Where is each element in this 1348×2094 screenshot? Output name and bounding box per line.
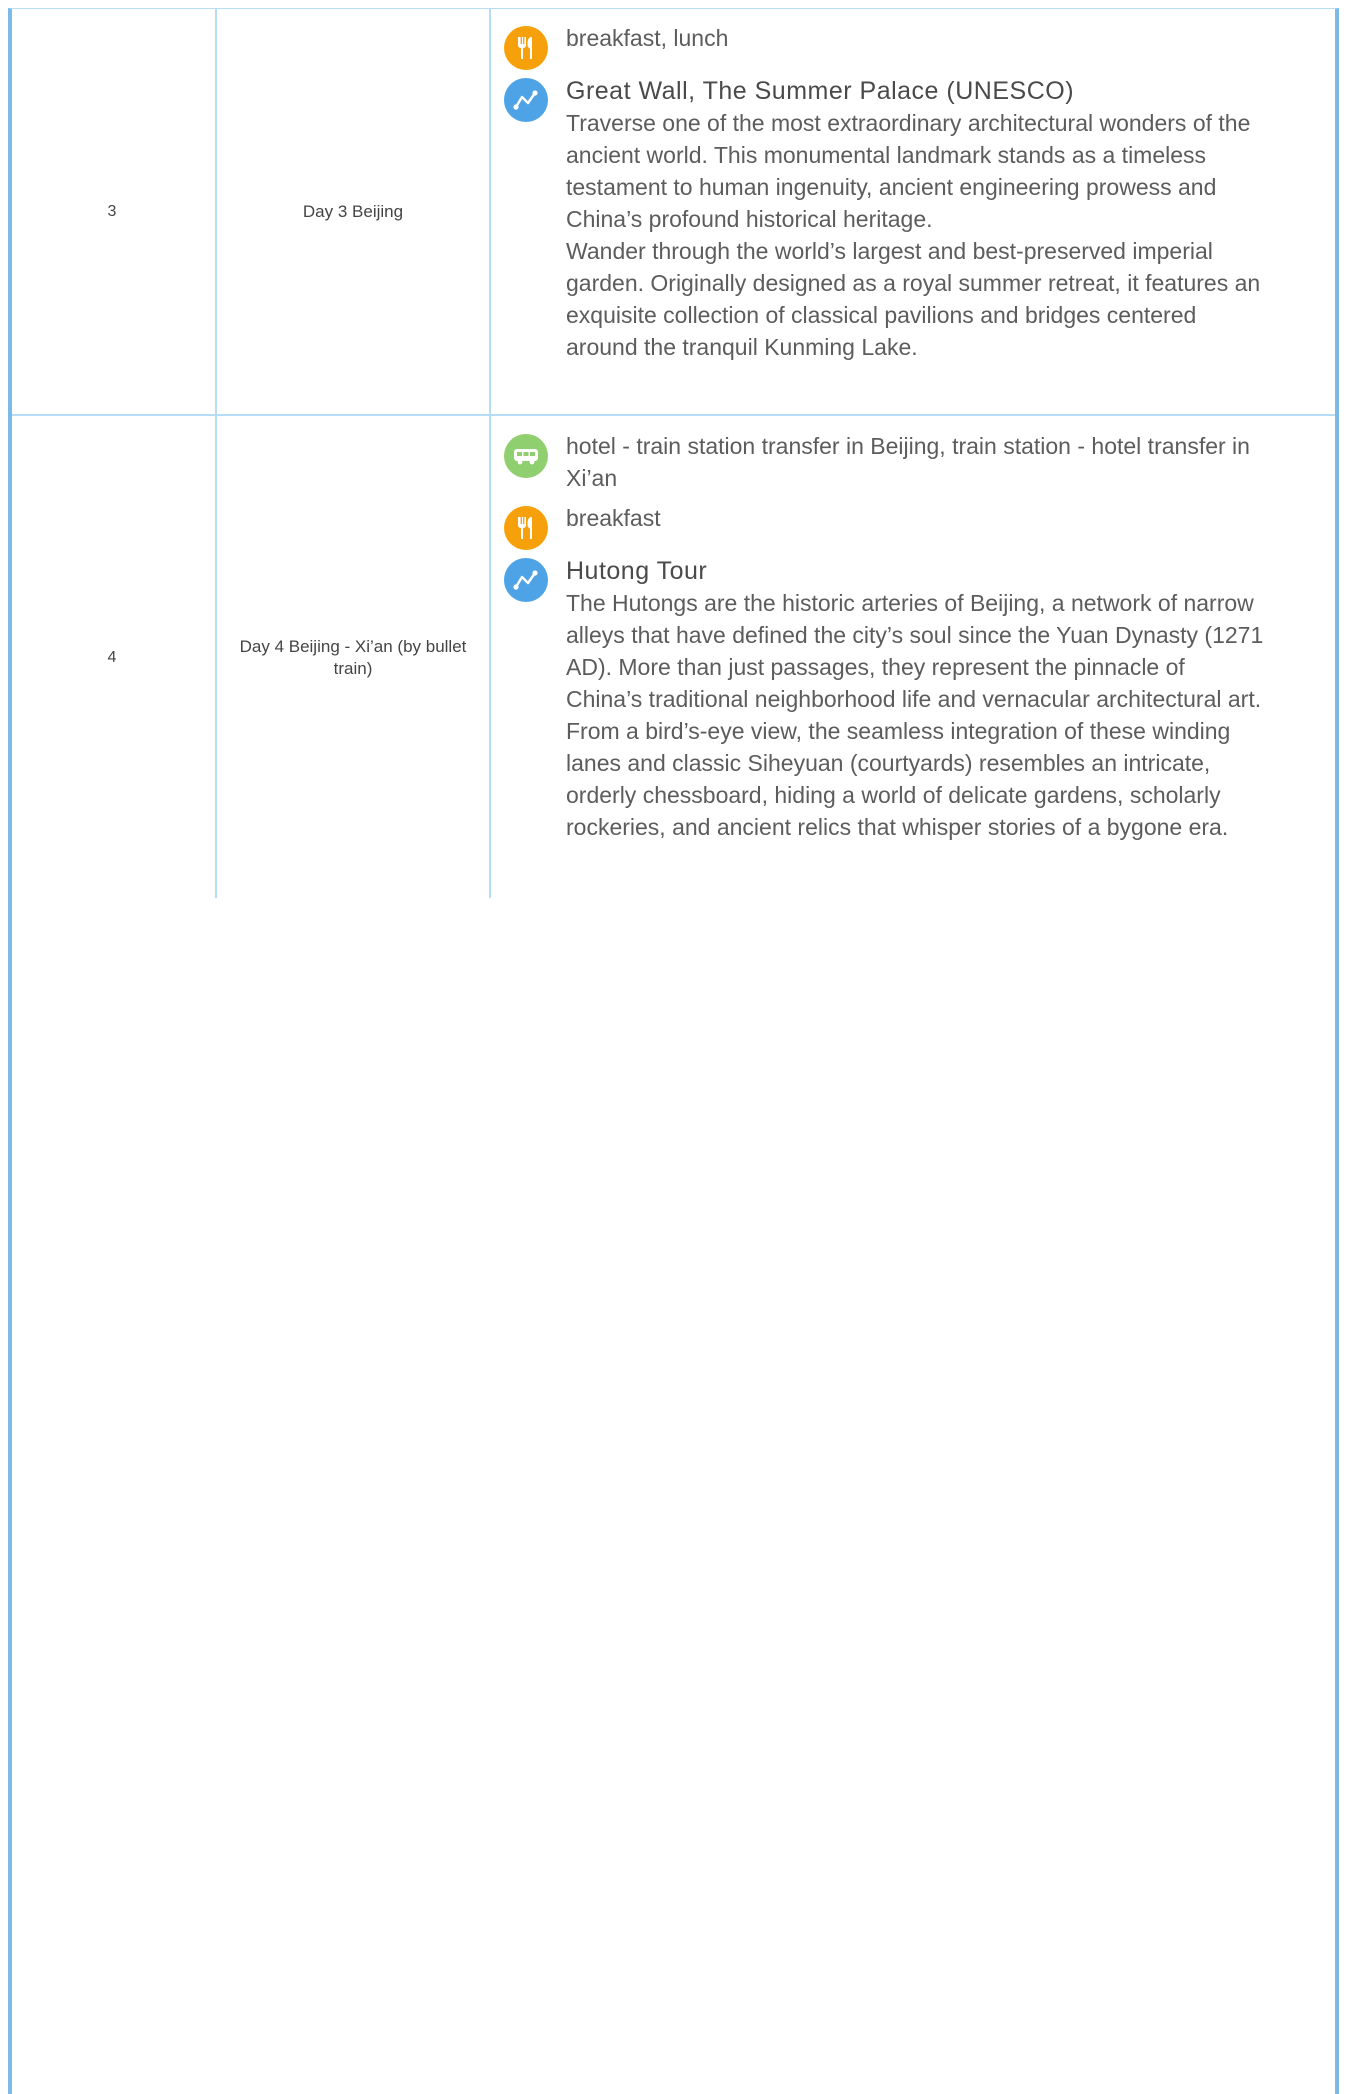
transfer-text: hotel - train station transfer in Beijin… (566, 433, 1250, 491)
sight-description: Wander through the world’s largest and b… (566, 238, 1261, 360)
transfer-entry: hotel - train station transfer in Beijin… (504, 433, 1264, 498)
bus-icon (504, 434, 548, 478)
fork-knife-icon (504, 26, 548, 70)
column-divider (489, 8, 491, 898)
day-title: Day 4 Beijing - Xi’an (by bullet train) (239, 637, 467, 678)
route-icon (504, 78, 548, 122)
row-divider (12, 414, 1335, 416)
sight-entry: Great Wall, The Summer Palace (UNESCO) T… (504, 77, 1264, 368)
column-divider (215, 8, 217, 898)
day-number: 3 (107, 203, 117, 220)
meals-entry: breakfast (504, 505, 1264, 550)
sight-description: Traverse one of the most extraordinary a… (566, 110, 1251, 232)
sight-entry: Hutong Tour The Hutongs are the historic… (504, 557, 1264, 878)
meals-text: breakfast (566, 505, 661, 531)
sight-title: Great Wall, The Summer Palace (UNESCO) (566, 77, 1075, 105)
sight-description: The Hutongs are the historic arteries of… (566, 590, 1264, 840)
sight-title: Hutong Tour (566, 557, 708, 585)
day-number: 4 (107, 649, 117, 666)
day-title: Day 3 Beijing (302, 202, 404, 221)
meals-entry: breakfast, lunch (504, 25, 1264, 70)
fork-knife-icon (504, 506, 548, 550)
route-icon (504, 558, 548, 602)
meals-text: breakfast, lunch (566, 25, 729, 51)
